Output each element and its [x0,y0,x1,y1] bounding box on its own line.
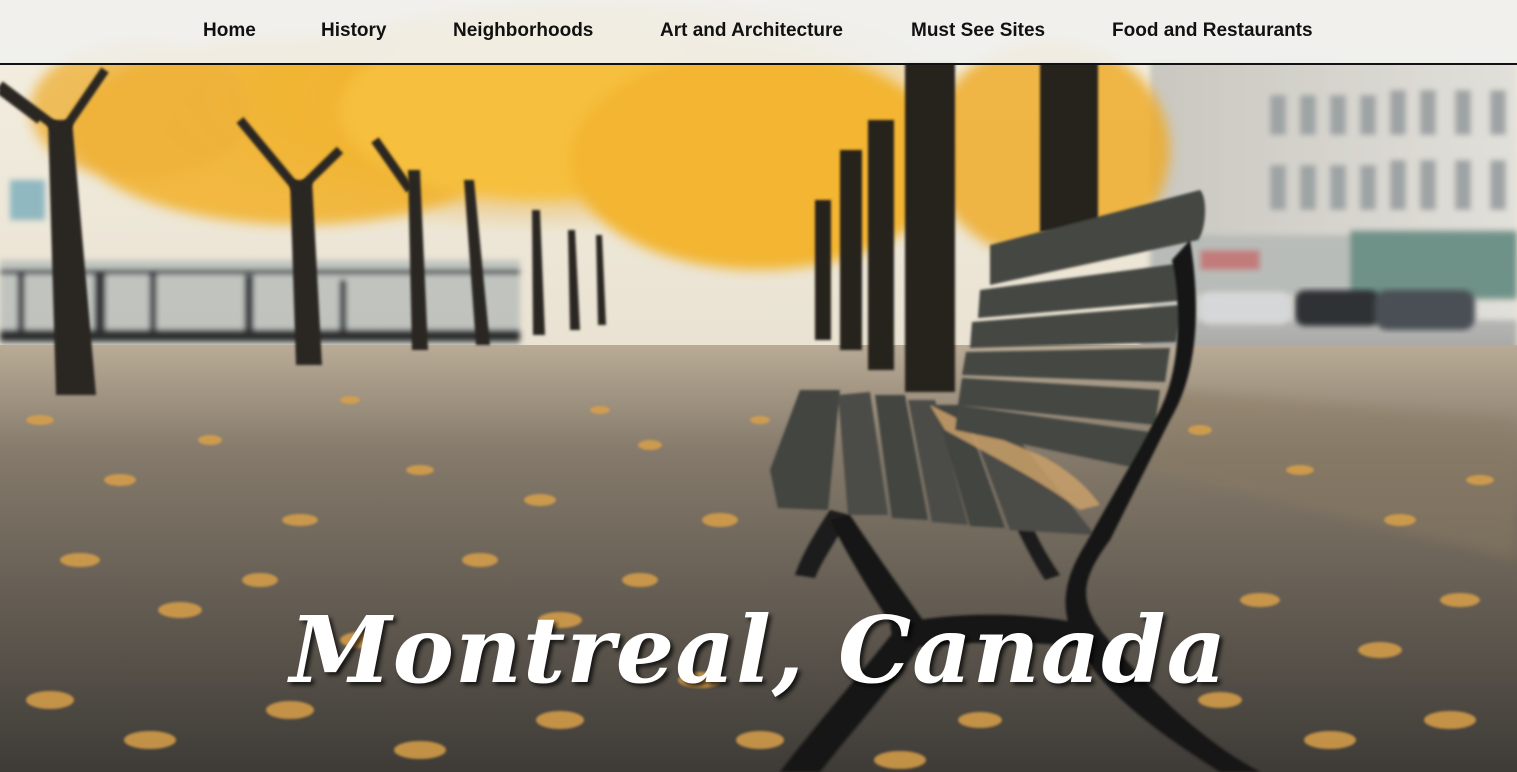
nav-link-home[interactable]: Home [203,20,256,42]
page: Home History Neighborhoods Art and Archi… [0,0,1517,772]
main-navigation: Home History Neighborhoods Art and Archi… [0,0,1517,65]
nav-link-art-and-architecture[interactable]: Art and Architecture [660,20,843,42]
nav-link-food-and-restaurants[interactable]: Food and Restaurants [1112,20,1313,42]
nav-link-neighborhoods[interactable]: Neighborhoods [453,20,593,42]
nav-link-history[interactable]: History [321,20,386,42]
nav-link-must-see-sites[interactable]: Must See Sites [911,20,1045,42]
hero-title: Montreal, Canada [289,596,1228,704]
